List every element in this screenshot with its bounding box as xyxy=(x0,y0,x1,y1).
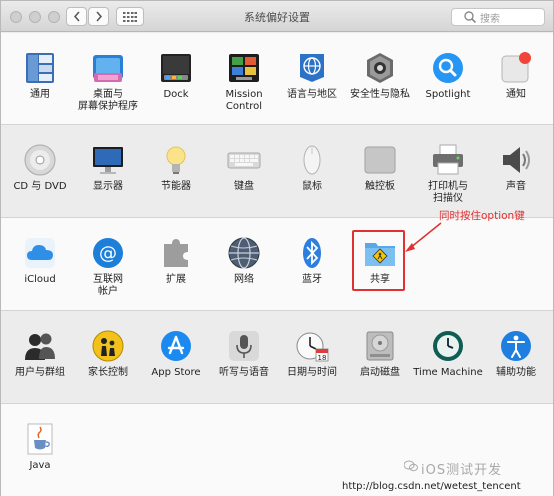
annotation-arrow xyxy=(405,222,442,252)
blog-url: http://blog.csdn.net/wetest_tencent xyxy=(342,481,521,492)
watermark-text: iOS测试开发 xyxy=(421,463,503,478)
annotation-text: 同时按住option键 xyxy=(439,210,525,222)
wechat-icon xyxy=(404,460,418,472)
system-preferences-window: 系统偏好设置 搜索 通用 桌面与 屏幕保护程序 Dock Mission Con… xyxy=(0,0,554,496)
